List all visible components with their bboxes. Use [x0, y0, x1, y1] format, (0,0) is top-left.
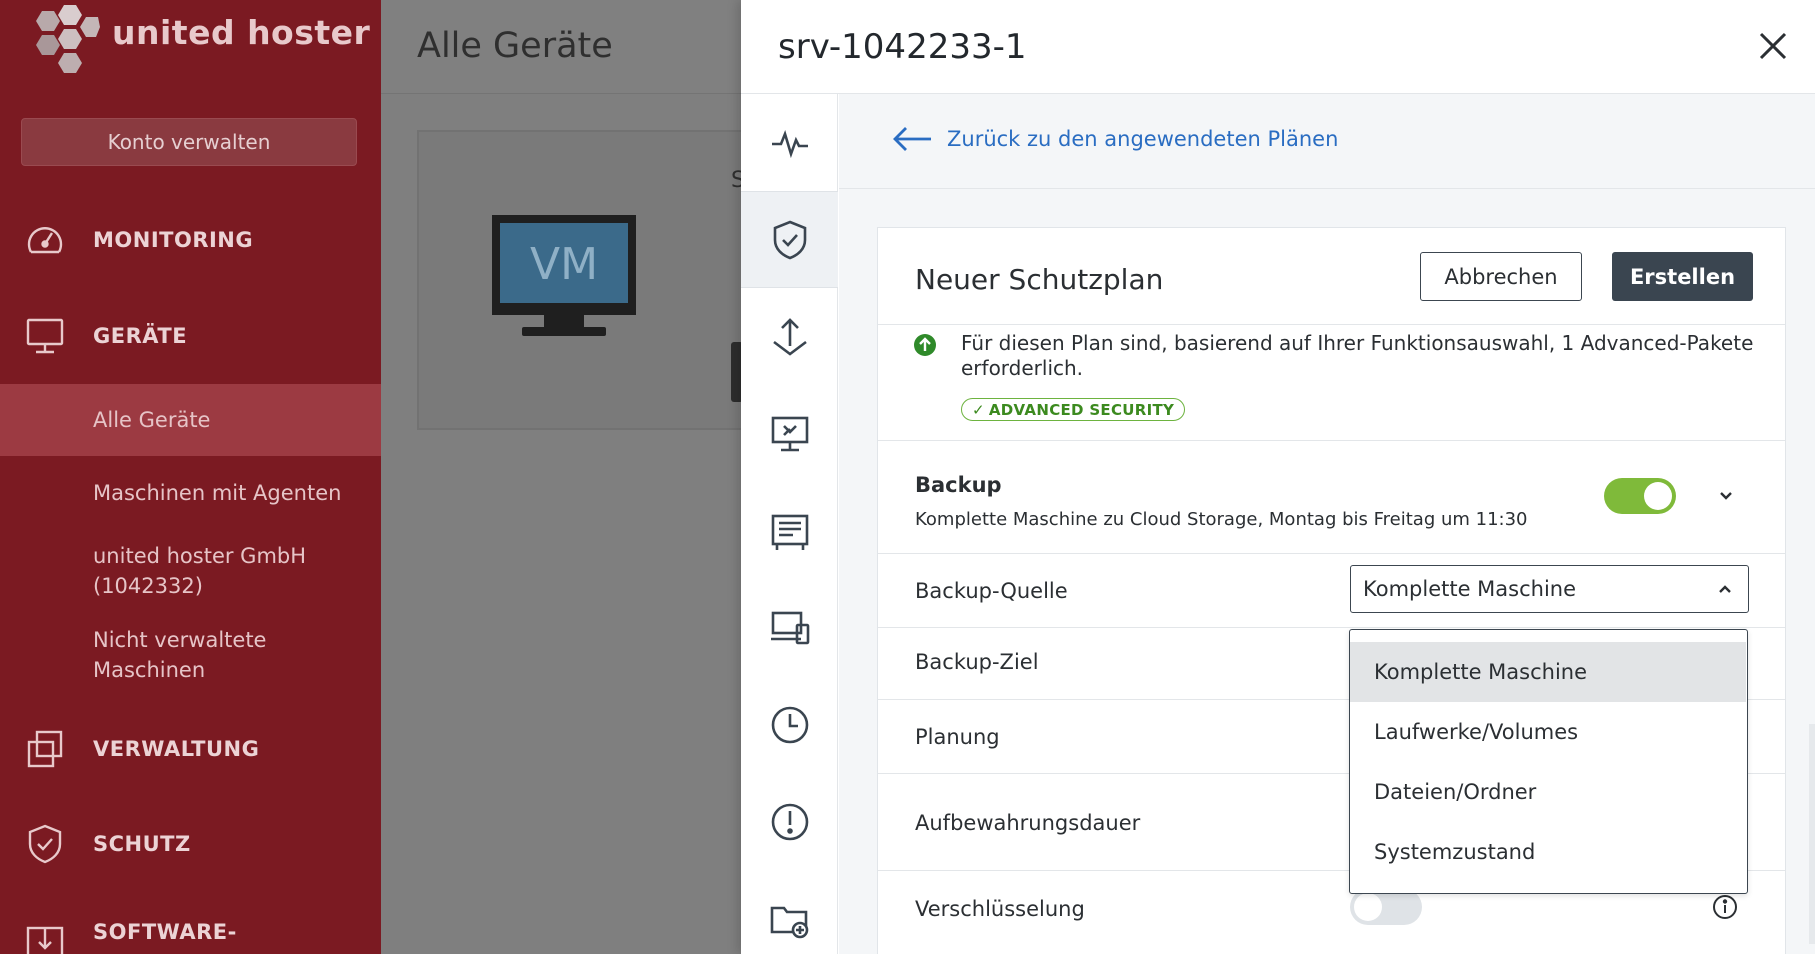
main-area: Alle Geräte VM S [381, 0, 757, 954]
remote-desktop-icon [771, 416, 808, 451]
card-divider [878, 440, 1785, 441]
dropdown-option-system-state[interactable]: Systemzustand [1350, 822, 1746, 882]
back-to-plans-link[interactable]: Zurück zu den angewendeten Plänen [891, 124, 1338, 154]
rail-devices[interactable] [741, 579, 838, 676]
backup-section-description: Komplette Maschine zu Cloud Storage, Mon… [915, 509, 1528, 530]
row-label: Backup-Ziel [915, 650, 1039, 674]
device-card[interactable]: VM [417, 130, 757, 430]
dropdown-option-drives-volumes[interactable]: Laufwerke/Volumes [1350, 702, 1746, 762]
nav-label: SOFTWARE- [93, 920, 237, 944]
alert-icon [771, 803, 808, 840]
arrow-left-icon [893, 127, 931, 151]
main-header: Alle Geräte [381, 0, 741, 94]
row-label: Backup-Quelle [915, 579, 1068, 603]
nav-management[interactable]: VERWALTUNG [0, 713, 381, 785]
panel-title: srv-1042233-1 [778, 27, 1027, 67]
info-icon[interactable] [1712, 894, 1738, 920]
nav-software[interactable]: SOFTWARE- [0, 900, 381, 954]
row-label: Planung [915, 725, 1000, 749]
content-divider [839, 188, 1815, 189]
shield-icon [22, 821, 68, 867]
nav-label: MONITORING [93, 228, 254, 252]
close-button[interactable] [1753, 26, 1793, 66]
chevron-up-icon [1719, 585, 1731, 593]
rail-schedule[interactable] [741, 676, 838, 773]
backup-source-dropdown: Komplette Maschine Laufwerke/Volumes Dat… [1349, 629, 1748, 894]
devices-icon [770, 611, 809, 644]
nav-sub-machines-with-agents[interactable]: Maschinen mit Agenten [0, 478, 381, 508]
dropdown-option-complete-machine[interactable]: Komplette Maschine [1350, 642, 1746, 702]
plan-title: Neuer Schutzplan [915, 263, 1164, 296]
software-icon [22, 913, 68, 954]
panel-header: srv-1042233-1 [741, 0, 1815, 94]
nav-label: SCHUTZ [93, 832, 191, 856]
upgrade-arrow-icon [914, 334, 936, 356]
recovery-icon [772, 317, 807, 356]
rail-remote-desktop[interactable] [741, 385, 838, 482]
backup-source-select[interactable]: Komplette Maschine [1350, 565, 1749, 613]
rail-inventory[interactable] [741, 482, 838, 579]
manage-account-button[interactable]: Konto verwalten [21, 118, 357, 166]
row-label: Aufbewahrungsdauer [915, 811, 1141, 835]
vm-label: VM [530, 239, 598, 290]
rail-recovery[interactable] [741, 288, 838, 385]
back-link-label: Zurück zu den angewendeten Plänen [947, 127, 1339, 151]
inventory-icon [771, 514, 808, 550]
activity-icon [771, 129, 808, 158]
nav-label: GERÄTE [93, 324, 188, 348]
clock-icon [771, 706, 808, 743]
scrollbar[interactable] [1809, 724, 1815, 944]
brand-name: united hoster [112, 12, 371, 52]
backup-section-title: Backup [915, 473, 1002, 497]
rail-activity[interactable] [741, 94, 838, 191]
layers-icon [22, 726, 68, 772]
hexagon-logo-icon [36, 5, 100, 73]
row-label: Verschlüsselung [915, 897, 1085, 921]
close-icon [1759, 32, 1787, 60]
rail-files[interactable] [741, 870, 838, 954]
nav-sub-all-devices[interactable]: Alle Geräte [0, 384, 381, 456]
advanced-security-badge: ✓ ADVANCED SECURITY [961, 398, 1186, 421]
create-button[interactable]: Erstellen [1612, 252, 1753, 301]
rail-protection[interactable] [741, 191, 838, 288]
card-divider [878, 324, 1785, 325]
chevron-down-icon[interactable] [1716, 486, 1736, 506]
nav-label: VERWALTUNG [93, 737, 260, 761]
panel-icon-rail [741, 94, 838, 954]
advanced-packs-notice: Für diesen Plan sind, basierend auf Ihre… [961, 331, 1754, 380]
dropdown-option-files-folders[interactable]: Dateien/Ordner [1350, 762, 1746, 822]
row-backup-source[interactable]: Backup-Quelle Komplette Maschine [878, 553, 1785, 627]
sidebar: united hoster Konto verwalten MONITORING… [0, 0, 381, 954]
shield-check-icon [773, 220, 806, 259]
nav-sub-unmanaged-machines[interactable]: Nicht verwaltete Maschinen [0, 625, 300, 685]
encryption-toggle[interactable] [1350, 889, 1422, 925]
badge-label: ADVANCED SECURITY [988, 400, 1175, 419]
check-icon: ✓ [972, 400, 985, 419]
nav-devices[interactable]: GERÄTE [0, 300, 381, 372]
brand-logo[interactable]: united hoster [20, 0, 370, 80]
nav-protection[interactable]: SCHUTZ [0, 808, 381, 880]
speedometer-icon [22, 217, 68, 263]
select-value: Komplette Maschine [1363, 577, 1577, 601]
vm-monitor-icon: VM [492, 215, 636, 336]
nav-sub-company[interactable]: united hoster GmbH (1042332) [0, 541, 330, 601]
page-title: Alle Geräte [417, 26, 613, 66]
nav-monitoring[interactable]: MONITORING [0, 204, 381, 276]
cancel-button[interactable]: Abbrechen [1420, 252, 1582, 301]
rail-alerts[interactable] [741, 773, 838, 870]
folder-add-icon [770, 906, 808, 938]
backup-toggle[interactable] [1604, 478, 1676, 514]
monitor-icon [22, 313, 68, 359]
